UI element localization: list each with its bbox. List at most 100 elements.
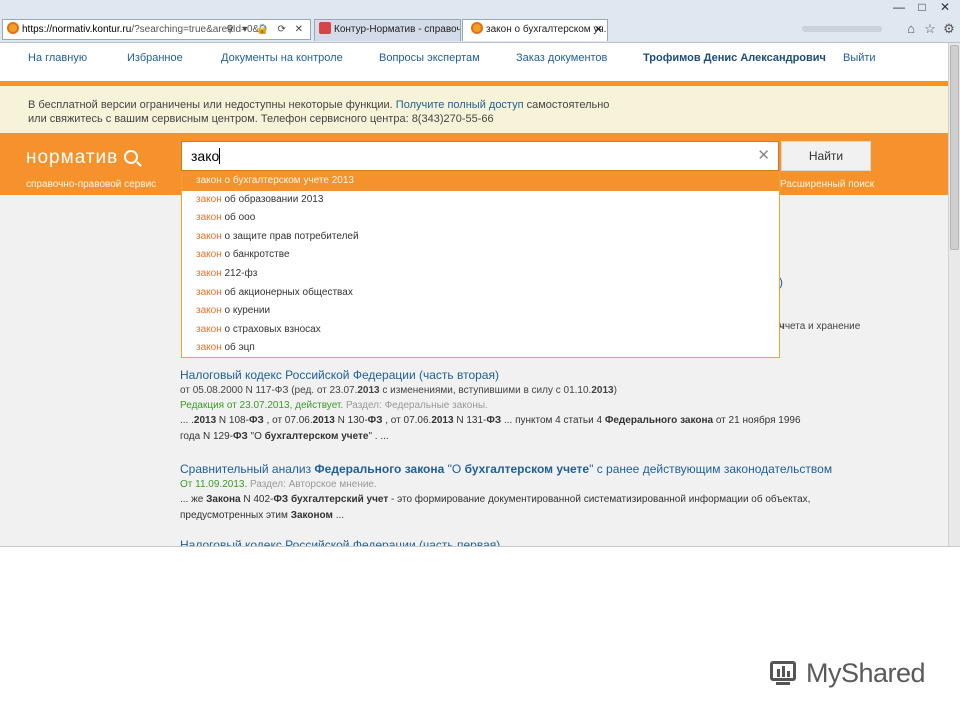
suggestion-match: закон xyxy=(196,175,222,186)
highlighted-term: 2013 xyxy=(591,385,614,396)
nav-order-documents[interactable]: Заказ документов xyxy=(516,52,607,64)
suggestion-match: закон xyxy=(196,323,222,335)
maximize-button[interactable]: □ xyxy=(911,0,933,14)
result-title-link[interactable]: Сравнительный анализ Федерального закона… xyxy=(180,461,832,477)
browser-toolbar-icons: ⌂ ☆ ⚙ xyxy=(899,22,956,36)
text-fragment: "О xyxy=(444,462,465,476)
result-title-link-partial[interactable]: Налоговый кодекс Российской Федерации (ч… xyxy=(180,538,500,546)
obscured-snippet: ччета и хранение xyxy=(779,321,860,332)
tab-label: Контур-Норматив - справоч... xyxy=(334,24,461,35)
notice-text: В бесплатной версии ограничены или недос… xyxy=(28,99,396,111)
logo-magnifier-icon xyxy=(124,150,139,164)
highlighted-term: бухгалтерском учете xyxy=(264,431,369,442)
text-fragment: ... пунктом 4 статьи 4 xyxy=(501,415,605,426)
result-status: Редакция от 23.07.2013, действует. Разде… xyxy=(180,398,820,413)
presentation-chart-icon xyxy=(766,655,802,691)
home-icon[interactable]: ⌂ xyxy=(904,22,918,36)
tab-search-results[interactable]: закон о бухгалтерском уч... ✕ xyxy=(462,19,608,41)
suggestion-rest: об образовании 2013 xyxy=(221,193,324,205)
search-input[interactable]: зако ✕ xyxy=(181,141,779,171)
notice-line-2: или свяжитесь с вашим сервисным центром.… xyxy=(28,113,494,125)
suggestion-rest: 212-фз xyxy=(221,267,258,279)
date-status: От 11.09.2013. xyxy=(180,479,248,490)
suggestion-match: закон xyxy=(196,249,222,261)
highlighted-term: 2013 xyxy=(357,385,380,396)
normativ-logo[interactable]: норматив xyxy=(26,147,139,169)
highlighted-term: ФЗ xyxy=(248,415,264,426)
text-fragment: от 05.08.2000 N 117-ФЗ (ред. от 23.07. xyxy=(180,385,358,396)
highlighted-term: ФЗ xyxy=(486,415,502,426)
result-snippet: ... же Закона N 402-ФЗ бухгалтерский уче… xyxy=(180,492,820,524)
result-title-link[interactable]: Налоговый кодекс Российской Федерации (ч… xyxy=(180,367,820,383)
suggestion-match: закон xyxy=(196,230,222,242)
highlighted-term: Федерального закона xyxy=(314,462,445,476)
window-controls: — □ ✕ xyxy=(887,0,956,14)
page-scrollbar[interactable] xyxy=(948,43,960,546)
autocomplete-dropdown: закон о бухгалтерском учете 2013 закон о… xyxy=(181,172,780,358)
search-button[interactable]: Найти xyxy=(781,141,871,171)
suggestion-item[interactable]: закон о банкротстве xyxy=(182,246,779,265)
suggestion-item[interactable]: закон об образовании 2013 xyxy=(182,191,779,210)
text-fragment: с изменениями, вступившими в силу с 01.1… xyxy=(379,385,592,396)
suggestion-rest: о защите прав потребителей xyxy=(221,230,359,242)
text-fragment: ... xyxy=(332,510,345,521)
highlighted-term: ФЗ xyxy=(232,431,248,442)
suggestion-item[interactable]: закон о курении xyxy=(182,302,779,321)
favorites-star-icon[interactable]: ☆ xyxy=(923,22,937,36)
highlighted-term: Законом xyxy=(290,510,333,521)
suggestion-item[interactable]: закон об ооо xyxy=(182,209,779,228)
free-version-notice: В бесплатной версии ограничены или недос… xyxy=(0,86,948,133)
suggestion-item[interactable]: закон об эцп xyxy=(182,339,779,358)
kontur-favicon-icon xyxy=(7,22,19,34)
close-tab-icon[interactable]: ✕ xyxy=(594,20,603,40)
highlighted-term: ФЗ бухгалтерский учет xyxy=(273,494,389,505)
address-host: https://normativ.kontur.ru xyxy=(22,24,132,35)
suggestion-item[interactable]: закон 212-фз xyxy=(182,265,779,284)
full-access-link[interactable]: Получите полный доступ xyxy=(396,99,524,111)
service-tagline: справочно-правовой сервис xyxy=(26,179,157,190)
suggestion-match: закон xyxy=(196,212,222,224)
text-fragment: ... же xyxy=(180,494,207,505)
highlighted-term: ФЗ xyxy=(367,415,383,426)
clear-search-icon[interactable]: ✕ xyxy=(757,142,770,170)
suggestion-match: закон xyxy=(196,267,222,279)
text-caret xyxy=(219,148,221,164)
advanced-search-link[interactable]: Расширенный поиск xyxy=(780,179,874,190)
section-label: Раздел: Авторское мнение. xyxy=(247,479,377,490)
suggestion-item[interactable]: закон о страховых взносах xyxy=(182,321,779,340)
nav-home[interactable]: На главную xyxy=(28,52,87,64)
text-fragment: N 130- xyxy=(334,415,368,426)
highlighted-term: Федерального закона xyxy=(604,415,714,426)
address-controls[interactable]: ⚲ ▾ 🔒 ⟳ ✕ xyxy=(226,20,306,39)
nav-monitored-documents[interactable]: Документы на контроле xyxy=(221,52,343,64)
suggestion-rest: о бухгалтерском учете 2013 xyxy=(221,175,354,186)
text-fragment: ... . xyxy=(180,415,194,426)
browser-chrome: — □ ✕ https://normativ.kontur.ru/?search… xyxy=(0,0,960,43)
scrollbar-thumb[interactable] xyxy=(950,45,959,250)
suggestion-item[interactable]: закон о бухгалтерском учете 2013 xyxy=(182,172,779,191)
result-snippet: ... .2013 N 108-ФЗ , от 07.06.2013 N 130… xyxy=(180,413,820,445)
text-fragment: Сравнительный анализ xyxy=(180,462,315,476)
blurred-title-text xyxy=(802,26,882,32)
normativ-tab-icon xyxy=(471,22,483,34)
suggestion-item[interactable]: закон о защите прав потребителей xyxy=(182,228,779,247)
suggestion-item[interactable]: закон об акционерных обществах xyxy=(182,284,779,303)
highlighted-term: бухгалтерском учете xyxy=(464,462,590,476)
address-bar[interactable]: https://normativ.kontur.ru/?searching=tr… xyxy=(2,19,311,40)
result-item: Сравнительный анализ Федерального закона… xyxy=(180,461,832,524)
suggestion-match: закон xyxy=(196,286,222,298)
user-name[interactable]: Трофимов Денис Александрович xyxy=(643,52,826,64)
result-status: От 11.09.2013. Раздел: Авторское мнение. xyxy=(180,477,820,492)
myshared-watermark: MyShared xyxy=(766,653,926,693)
tab-kontur-normativ[interactable]: Контур-Норматив - справоч... xyxy=(314,19,461,41)
nav-expert-questions[interactable]: Вопросы экспертам xyxy=(379,52,480,64)
suggestion-rest: о страховых взносах xyxy=(221,323,321,335)
text-fragment: " . ... xyxy=(368,431,389,442)
settings-gear-icon[interactable]: ⚙ xyxy=(942,22,956,36)
logout-link[interactable]: Выйти xyxy=(843,52,876,64)
nav-favorites[interactable]: Избранное xyxy=(127,52,183,64)
close-window-button[interactable]: ✕ xyxy=(934,0,956,14)
minimize-button[interactable]: — xyxy=(888,0,910,14)
result-item: Налоговый кодекс Российской Федерации (ч… xyxy=(180,367,820,445)
search-query: зако xyxy=(191,148,220,164)
